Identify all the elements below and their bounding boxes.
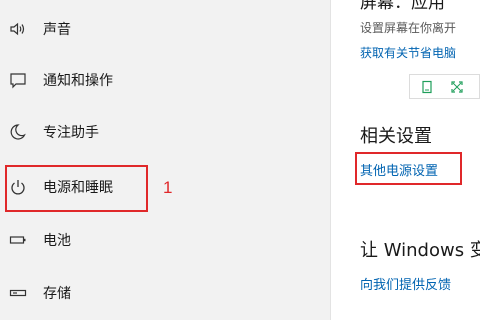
settings-main-pane: 屏幕：应用 设置屏幕在你离开 获取有关节省电脑 相关设置 其他电源设置 让 Wi… [331,0,480,320]
annotation-number: 1 [163,178,173,197]
sidebar-item-focus-assist[interactable]: 专注助手 [0,112,330,152]
window-icon[interactable] [419,79,435,95]
speaker-icon [9,20,27,38]
battery-icon [9,231,27,249]
highlight-box-link [355,152,462,185]
feedback-title: 让 Windows 变 [360,240,480,261]
notification-icon [9,71,27,89]
sidebar-item-notifications[interactable]: 通知和操作 [0,60,330,100]
feedback-link[interactable]: 向我们提供反馈 [360,274,451,293]
sidebar-item-label: 通知和操作 [43,73,113,89]
settings-sidebar: 声音 通知和操作 专注助手 电源和睡眠 电池 存储 1 [0,0,330,320]
sidebar-item-label: 专注助手 [43,125,99,141]
partial-heading: 屏幕：应用 [360,0,445,13]
moon-icon [9,123,27,141]
sidebar-item-label: 存储 [43,286,71,302]
sidebar-item-label: 声音 [43,22,71,38]
power-tips-link[interactable]: 获取有关节省电脑 [360,44,456,61]
sidebar-item-battery[interactable]: 电池 [0,220,330,260]
expand-icon[interactable] [449,79,465,95]
sidebar-item-label: 电池 [43,233,71,249]
sidebar-item-storage[interactable]: 存储 [0,273,330,313]
sidebar-item-sound[interactable]: 声音 [0,9,330,49]
storage-icon [9,284,27,302]
related-settings-title: 相关设置 [360,126,432,147]
highlight-box-power [5,165,148,212]
screen-description: 设置屏幕在你离开 [360,21,457,35]
snip-toolbar [409,74,480,99]
